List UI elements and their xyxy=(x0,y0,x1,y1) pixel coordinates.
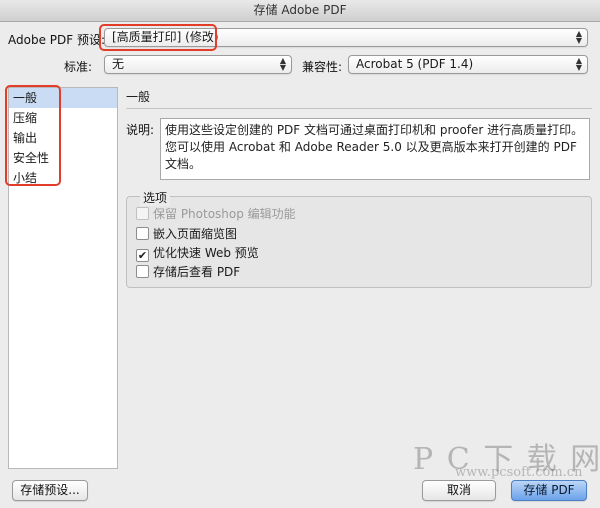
section-title: 一般 xyxy=(126,90,151,104)
standard-value: 无 xyxy=(112,57,125,71)
cancel-button[interactable]: 取消 xyxy=(422,480,496,501)
option-fast-web-view[interactable]: ✔ 优化快速 Web 预览 xyxy=(136,245,259,262)
options-title: 选项 xyxy=(140,189,171,206)
preset-highlight-box xyxy=(99,24,217,51)
compat-value: Acrobat 5 (PDF 1.4) xyxy=(356,57,474,71)
compat-label: 兼容性: xyxy=(302,60,343,74)
window-title: 存储 Adobe PDF xyxy=(253,3,347,17)
compat-dropdown[interactable]: Acrobat 5 (PDF 1.4) ▲ ▼ xyxy=(348,55,588,74)
checkbox[interactable]: ✔ xyxy=(136,249,149,262)
preset-label: Adobe PDF 预设: xyxy=(8,33,106,47)
option-view-after-save[interactable]: 存储后查看 PDF xyxy=(136,264,240,280)
save-pdf-button[interactable]: 存储 PDF xyxy=(511,480,587,501)
dropdown-arrows-icon: ▲ ▼ xyxy=(575,29,582,45)
standard-dropdown[interactable]: 无 ▲ ▼ xyxy=(104,55,292,74)
window-titlebar: 存储 Adobe PDF xyxy=(0,0,600,22)
option-label: 保留 Photoshop 编辑功能 xyxy=(153,207,296,221)
option-label: 嵌入页面缩览图 xyxy=(153,227,238,241)
checkmark-icon: ✔ xyxy=(137,249,148,262)
watermark-url: www.pcsoft.com.cn xyxy=(455,465,583,480)
dropdown-arrows-icon: ▲ ▼ xyxy=(279,56,286,72)
standard-label: 标准: xyxy=(64,60,93,74)
option-preserve-photoshop[interactable]: 保留 Photoshop 编辑功能 xyxy=(136,206,296,222)
description-label: 说明: xyxy=(126,123,155,137)
checkbox[interactable] xyxy=(136,207,149,220)
checkbox[interactable] xyxy=(136,227,149,240)
option-label: 存储后查看 PDF xyxy=(153,265,241,279)
dropdown-arrows-icon: ▲ ▼ xyxy=(575,56,582,72)
description-textbox[interactable]: 使用这些设定创建的 PDF 文档可通过桌面打印机和 proofer 进行高质量打… xyxy=(160,118,590,180)
save-preset-button[interactable]: 存储预设... xyxy=(12,480,88,501)
checkbox[interactable] xyxy=(136,265,149,278)
section-divider xyxy=(126,108,592,109)
option-label: 优化快速 Web 预览 xyxy=(153,246,259,260)
sidebar-highlight-box xyxy=(5,85,61,186)
option-embed-thumbnails[interactable]: 嵌入页面缩览图 xyxy=(136,226,237,242)
